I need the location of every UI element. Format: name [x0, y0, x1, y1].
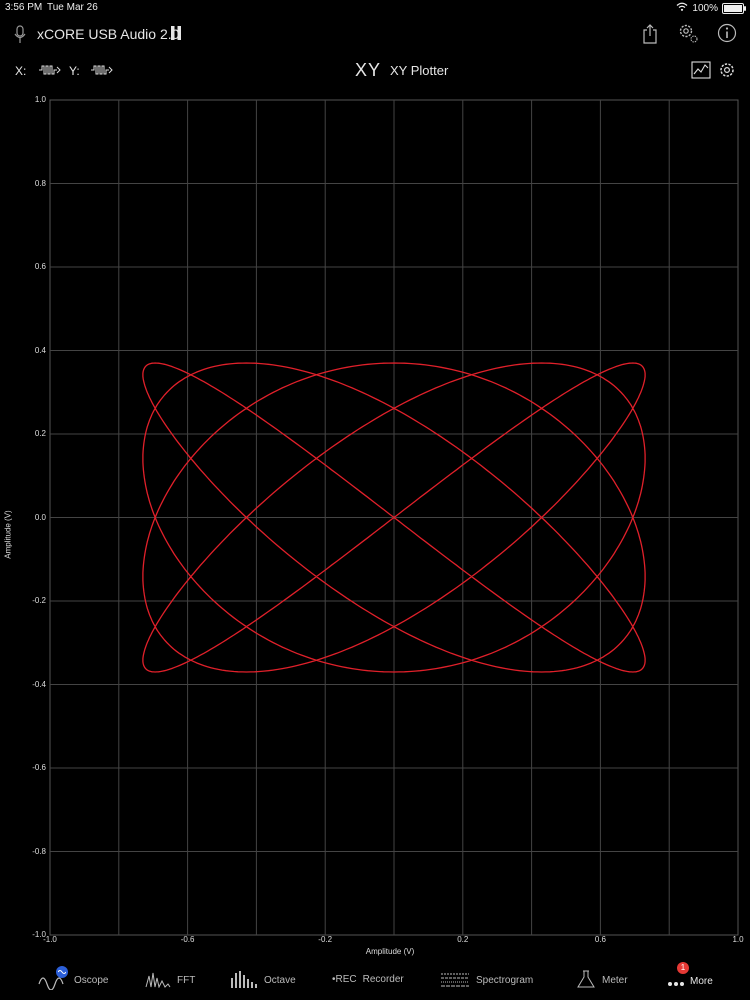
x-tick-label: 0.2 — [457, 935, 469, 944]
y-tick-label: 0.2 — [34, 429, 46, 438]
tab-more[interactable]: 1 More — [668, 961, 713, 987]
more-dots-icon: 1 — [668, 961, 689, 986]
y-tick-label: -0.8 — [32, 846, 46, 856]
xy-plot[interactable] — [0, 0, 750, 1000]
x-tick-label: -0.6 — [180, 935, 195, 944]
tab-meter[interactable]: Meter — [576, 970, 628, 991]
y-tick-label: -0.4 — [32, 679, 46, 689]
tab-label: More — [690, 976, 713, 987]
x-tick-label: 0.6 — [594, 935, 606, 944]
y-tick-label: 0.6 — [34, 262, 46, 271]
x-tick-label: -1.0 — [43, 935, 57, 944]
tab-recorder[interactable]: •REC Recorder — [332, 974, 404, 985]
tab-spectrogram[interactable]: Spectrogram — [440, 970, 533, 991]
tab-label: Octave — [264, 975, 296, 986]
tab-label: Recorder — [362, 974, 404, 985]
y-axis-label: Amplitude (V) — [3, 510, 13, 559]
y-tick-label: 0.8 — [34, 178, 46, 188]
octave-bars-icon — [230, 970, 258, 991]
y-tick-label: 1.0 — [34, 95, 46, 104]
tab-fft[interactable]: FFT — [145, 970, 195, 991]
meter-flask-icon — [576, 970, 596, 991]
rec-icon: •REC — [332, 974, 357, 985]
x-axis-label: Amplitude (V) — [365, 947, 415, 956]
more-badge: 1 — [677, 961, 689, 974]
spectrogram-icon — [440, 970, 470, 991]
y-tick-label: -0.2 — [32, 596, 46, 605]
oscope-wave-icon — [38, 966, 68, 991]
y-tick-label: 0.0 — [34, 512, 46, 522]
y-tick-label: 0.4 — [34, 345, 46, 355]
x-tick-label: 1.0 — [732, 935, 744, 944]
x-tick-label: -0.2 — [318, 935, 333, 944]
y-tick-label: -0.6 — [32, 763, 46, 772]
tab-octave[interactable]: Octave — [230, 970, 296, 991]
tab-oscope[interactable]: Oscope — [38, 966, 109, 991]
tab-label: FFT — [177, 975, 196, 986]
tab-label: Oscope — [74, 974, 109, 986]
tab-bar: Oscope FFT Octave •REC Recorder Spectrog… — [0, 961, 750, 1000]
fft-icon — [145, 970, 171, 991]
tab-label: Meter — [602, 975, 628, 986]
tab-label: Spectrogram — [476, 975, 534, 986]
